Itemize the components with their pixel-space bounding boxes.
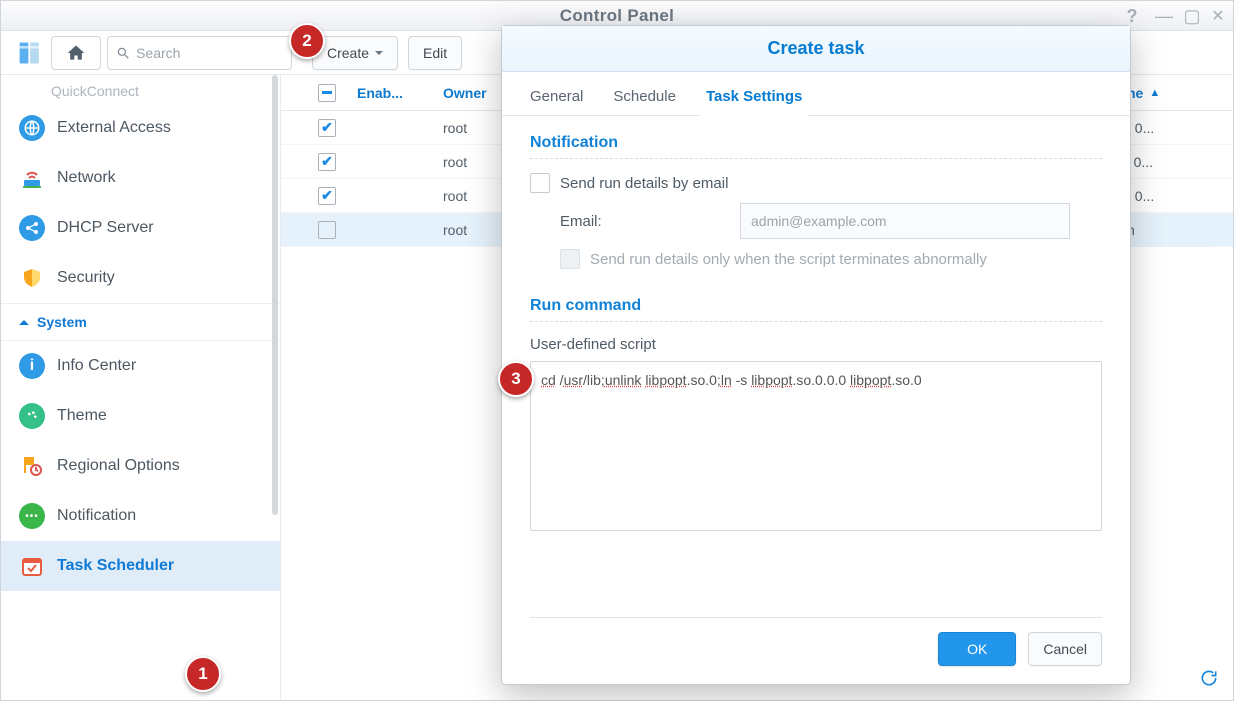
sidebar-item-quickconnect[interactable]: QuickConnect [1, 79, 280, 103]
home-icon [66, 43, 86, 63]
edit-button[interactable]: Edit [408, 36, 462, 70]
sidebar: QuickConnect External Access Network DHC… [1, 75, 281, 700]
send-email-label: Send run details by email [560, 175, 728, 192]
email-field[interactable] [740, 203, 1070, 239]
sidebar-item-security[interactable]: Security [1, 253, 280, 303]
dialog-tabs: General Schedule Task Settings [502, 72, 1130, 116]
home-button[interactable] [51, 36, 101, 70]
tab-task-settings[interactable]: Task Settings [706, 88, 802, 115]
dialog-footer: OK Cancel [530, 617, 1102, 666]
user-script-textarea[interactable]: cd /usr/lib;unlink libpopt.so.0;ln -s li… [530, 361, 1102, 531]
cancel-button[interactable]: Cancel [1028, 632, 1102, 666]
truncated-right-column: ne▲ ; 0... ' 0... ; 0... n [1127, 75, 1211, 247]
send-email-checkbox[interactable] [530, 173, 550, 193]
search-input[interactable] [136, 45, 283, 61]
only-abnormal-checkbox [560, 249, 580, 269]
sidebar-label: Network [57, 169, 116, 187]
only-abnormal-label: Send run details only when the script te… [590, 251, 987, 268]
sidebar-item-regional[interactable]: Regional Options [1, 441, 280, 491]
flag-clock-icon [19, 453, 45, 479]
sidebar-label: External Access [57, 119, 171, 137]
sidebar-item-info-center[interactable]: i Info Center [1, 341, 280, 391]
minimize-button[interactable]: — [1153, 5, 1175, 27]
globe-icon [19, 115, 45, 141]
sidebar-item-theme[interactable]: Theme [1, 391, 280, 441]
sidebar-label: Task Scheduler [57, 557, 174, 575]
search-container[interactable] [107, 36, 292, 70]
annotation-3: 3 [498, 361, 534, 397]
chat-icon: ••• [19, 503, 45, 529]
sidebar-item-task-scheduler[interactable]: Task Scheduler [1, 541, 280, 591]
maximize-button[interactable]: ▢ [1181, 5, 1203, 27]
tab-general[interactable]: General [530, 88, 583, 115]
sidebar-label: Theme [57, 407, 107, 425]
notification-heading: Notification [530, 134, 1102, 152]
main-toolbar: Create Edit [312, 36, 462, 70]
sidebar-label: DHCP Server [57, 219, 154, 237]
refresh-icon [1199, 668, 1219, 688]
row-checkbox[interactable] [318, 221, 336, 239]
sidebar-scrollbar[interactable] [272, 75, 278, 515]
control-panel-icon [17, 39, 45, 67]
annotation-1: 1 [185, 656, 221, 692]
col-enabled[interactable]: Enab... [357, 85, 443, 101]
sort-asc-icon: ▲ [1149, 87, 1160, 99]
network-icon [19, 165, 45, 191]
caret-up-icon [19, 315, 29, 325]
info-icon: i [19, 353, 45, 379]
row-checkbox[interactable] [318, 153, 336, 171]
window-title: Control Panel [560, 6, 674, 26]
palette-icon [19, 403, 45, 429]
sidebar-item-network[interactable]: Network [1, 153, 280, 203]
help-button[interactable]: ? [1121, 5, 1143, 27]
email-label: Email: [560, 213, 730, 230]
sidebar-label: Notification [57, 507, 136, 525]
sidebar-group-system[interactable]: System [1, 303, 280, 341]
tab-schedule[interactable]: Schedule [613, 88, 676, 115]
control-panel-window: Control Panel ? — ▢ ✕ Create Edit QuickC… [0, 0, 1234, 701]
dialog-title: Create task [502, 26, 1130, 72]
user-script-label: User-defined script [530, 336, 1102, 353]
sidebar-item-dhcp[interactable]: DHCP Server [1, 203, 280, 253]
dhcp-icon [19, 215, 45, 241]
create-task-dialog: Create task General Schedule Task Settin… [501, 25, 1131, 685]
close-button[interactable]: ✕ [1207, 5, 1229, 27]
sidebar-label: Regional Options [57, 457, 180, 475]
row-checkbox[interactable] [318, 187, 336, 205]
annotation-2: 2 [289, 23, 325, 59]
search-icon [116, 45, 130, 61]
col-right-header[interactable]: ne▲ [1127, 75, 1211, 111]
sidebar-item-notification[interactable]: ••• Notification [1, 491, 280, 541]
header-checkbox[interactable] [318, 84, 336, 102]
sidebar-label: Security [57, 269, 115, 287]
sidebar-label: Info Center [57, 357, 136, 375]
sidebar-item-external-access[interactable]: External Access [1, 103, 280, 153]
refresh-button[interactable] [1195, 664, 1223, 692]
run-command-heading: Run command [530, 297, 1102, 315]
calendar-check-icon [19, 553, 45, 579]
row-checkbox[interactable] [318, 119, 336, 137]
ok-button[interactable]: OK [938, 632, 1016, 666]
shield-icon [19, 265, 45, 291]
dialog-body: Notification Send run details by email E… [502, 116, 1130, 531]
